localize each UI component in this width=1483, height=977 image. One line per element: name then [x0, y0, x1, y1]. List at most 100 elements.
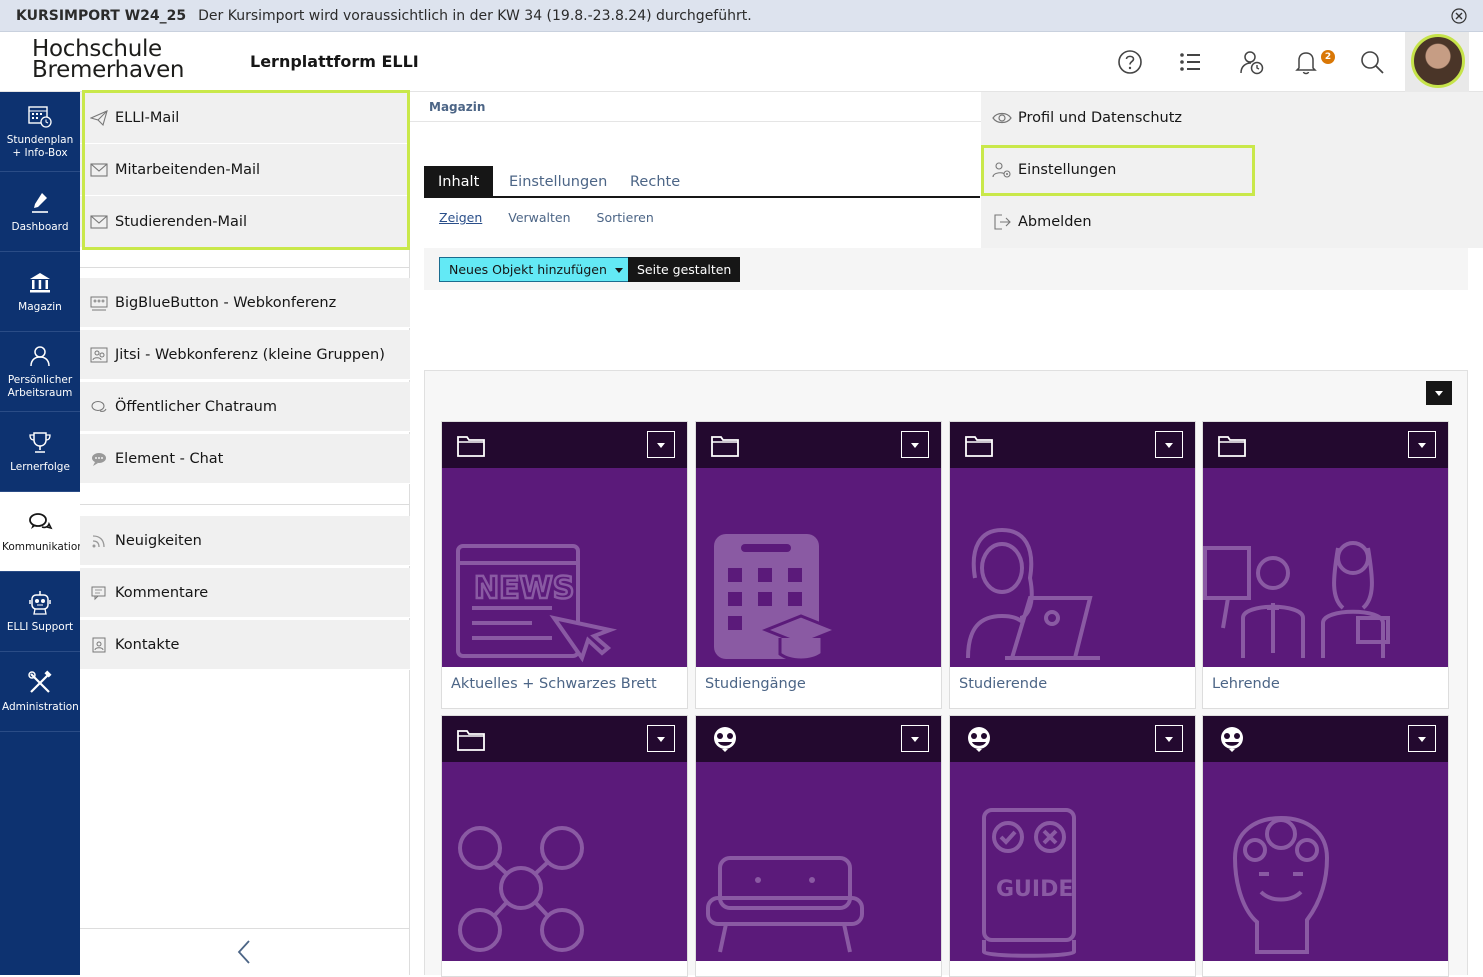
tile-caption[interactable]: Aktuelles + Schwarzes Brett [451, 676, 657, 692]
tile-actions-dropdown[interactable] [901, 431, 929, 458]
tile-network[interactable] [441, 715, 688, 977]
user-clock-icon[interactable] [1238, 48, 1266, 76]
news-icon: NEWS [456, 544, 618, 663]
tab-einstellungen[interactable]: Einstellungen [495, 166, 621, 196]
tile-actions-dropdown[interactable] [1155, 725, 1183, 752]
user-avatar-button[interactable] [1405, 32, 1469, 92]
slate-item-label: Öffentlicher Chatraum [115, 398, 277, 415]
tile-aktuelles[interactable]: NEWS Aktuelles + Schwarzes Brett [441, 421, 688, 709]
tile-actions-dropdown[interactable] [1408, 431, 1436, 458]
rail-label: Persönlicher Arbeitsraum [7, 374, 73, 399]
tile-header [442, 716, 687, 762]
bell-icon[interactable] [1292, 48, 1320, 76]
divider [80, 267, 410, 268]
rail-item-magazin[interactable]: Magazin [0, 252, 80, 332]
close-icon[interactable] [1451, 8, 1467, 24]
rail-label: Magazin [18, 301, 62, 313]
notice-text: Der Kursimport wird voraussichtlich in d… [198, 7, 752, 24]
rail-item-elli-support[interactable]: ELLI Support [0, 572, 80, 652]
element-chat-icon [92, 452, 106, 466]
subtab-sortieren[interactable]: Sortieren [597, 210, 654, 225]
folder-icon [965, 436, 993, 457]
slate-item-label: Jitsi - Webkonferenz (kleine Gruppen) [115, 346, 385, 363]
subtab-zeigen[interactable]: Zeigen [439, 210, 482, 225]
tile-actions-dropdown[interactable] [1408, 725, 1436, 752]
rail-item-lernerfolge[interactable]: Lernerfolge [0, 412, 80, 492]
user-menu-profil[interactable]: Profil und Datenschutz [981, 92, 1483, 144]
panel-actions-dropdown[interactable] [1426, 381, 1452, 405]
tab-bar: Inhalt Einstellungen Rechte [424, 166, 980, 198]
slate-item-kommentare[interactable]: Kommentare [80, 568, 410, 618]
rss-icon [92, 534, 105, 547]
network-people-icon [458, 826, 584, 952]
help-icon[interactable] [1116, 48, 1144, 76]
user-menu-abmelden[interactable]: Abmelden [981, 196, 1483, 248]
slate-item-chatraum[interactable]: Öffentlicher Chatraum [80, 382, 410, 432]
slate-item-label: Kommentare [115, 584, 209, 601]
rail-item-stundenplan[interactable]: Stundenplan + Info-Box [0, 92, 80, 172]
tile-caption[interactable]: Lehrende [1212, 676, 1280, 692]
slate-item-label: BigBlueButton - Webkonferenz [115, 294, 337, 311]
contacts-icon [92, 637, 106, 652]
avatar [1411, 34, 1465, 88]
logo[interactable]: Hochschule Bremerhaven [32, 38, 185, 82]
tile-header [442, 422, 687, 468]
tile-image [1203, 468, 1448, 667]
tile-image: GUIDE [950, 762, 1195, 961]
tile-header [696, 716, 941, 762]
slate-item-bigbluebutton[interactable]: BigBlueButton - Webkonferenz [80, 278, 410, 328]
tile-studierende[interactable]: Studierende [949, 421, 1196, 709]
rail-item-arbeitsraum[interactable]: Persönlicher Arbeitsraum [0, 332, 80, 412]
search-icon[interactable] [1358, 48, 1386, 76]
rail-item-dashboard[interactable]: Dashboard [0, 172, 80, 252]
comment-icon [91, 586, 106, 600]
calendar-graduation-icon [714, 534, 841, 662]
tile-lehrende[interactable]: Lehrende [1202, 421, 1449, 709]
tile-caption[interactable]: Studierende [959, 676, 1047, 692]
add-object-button[interactable]: Neues Objekt hinzufügen [439, 257, 633, 282]
pen-icon [32, 193, 48, 213]
calendar-clock-icon [28, 106, 52, 128]
tile-studiengaenge[interactable]: Studiengänge [695, 421, 942, 709]
breadcrumb[interactable]: Magazin [410, 92, 982, 122]
folder-icon [1218, 436, 1246, 457]
add-object-label: Neues Objekt hinzufügen [449, 262, 607, 277]
tile-actions-dropdown[interactable] [647, 725, 675, 752]
tile-panel: NEWS Aktuelles + Schwarzes Brett Studien… [424, 370, 1468, 977]
design-page-button[interactable]: Seite gestalten [628, 257, 741, 282]
tile-head[interactable] [1202, 715, 1449, 977]
slate-item-kontakte[interactable]: Kontakte [80, 620, 410, 670]
header: Hochschule Bremerhaven Lernplattform ELL… [0, 32, 1483, 92]
conference-icon [90, 296, 108, 310]
tile-actions-dropdown[interactable] [901, 725, 929, 752]
slate-item-element-chat[interactable]: Element - Chat [80, 434, 410, 484]
group-icon [714, 727, 736, 752]
subtab-verwalten[interactable]: Verwalten [508, 210, 570, 225]
tile-caption[interactable]: Studiengänge [705, 676, 806, 692]
slate-kommunikation: ELLI-Mail Mitarbeitenden-Mail Studierend… [80, 90, 410, 975]
logout-icon [994, 214, 1011, 230]
guide-icon: GUIDE [982, 808, 1076, 958]
tile-guide[interactable]: GUIDE [949, 715, 1196, 977]
tile-header [1203, 716, 1448, 762]
rail-label: Administration [2, 701, 79, 713]
rail-item-administration[interactable]: Administration [0, 652, 80, 732]
user-menu-dropdown: Profil und Datenschutz Einstellungen Abm… [981, 92, 1483, 248]
tab-rechte[interactable]: Rechte [616, 166, 694, 196]
tile-sofa[interactable] [695, 715, 942, 977]
tile-actions-dropdown[interactable] [647, 431, 675, 458]
tile-image [950, 468, 1195, 667]
slate-item-jitsi[interactable]: Jitsi - Webkonferenz (kleine Gruppen) [80, 330, 410, 380]
svg-text:GUIDE: GUIDE [996, 877, 1073, 902]
slate-item-neuigkeiten[interactable]: Neuigkeiten [80, 516, 410, 566]
tile-image [1203, 762, 1448, 961]
rail-item-kommunikation[interactable]: Kommunikation [0, 492, 84, 572]
tile-actions-dropdown[interactable] [1155, 431, 1183, 458]
list-icon[interactable] [1176, 48, 1204, 76]
teachers-icon [1203, 541, 1390, 658]
chevron-left-icon[interactable] [234, 939, 256, 965]
tab-inhalt[interactable]: Inhalt [424, 166, 494, 196]
rail-label: Dashboard [11, 221, 69, 233]
person-icon [30, 346, 50, 367]
head-gears-icon [1232, 815, 1330, 954]
